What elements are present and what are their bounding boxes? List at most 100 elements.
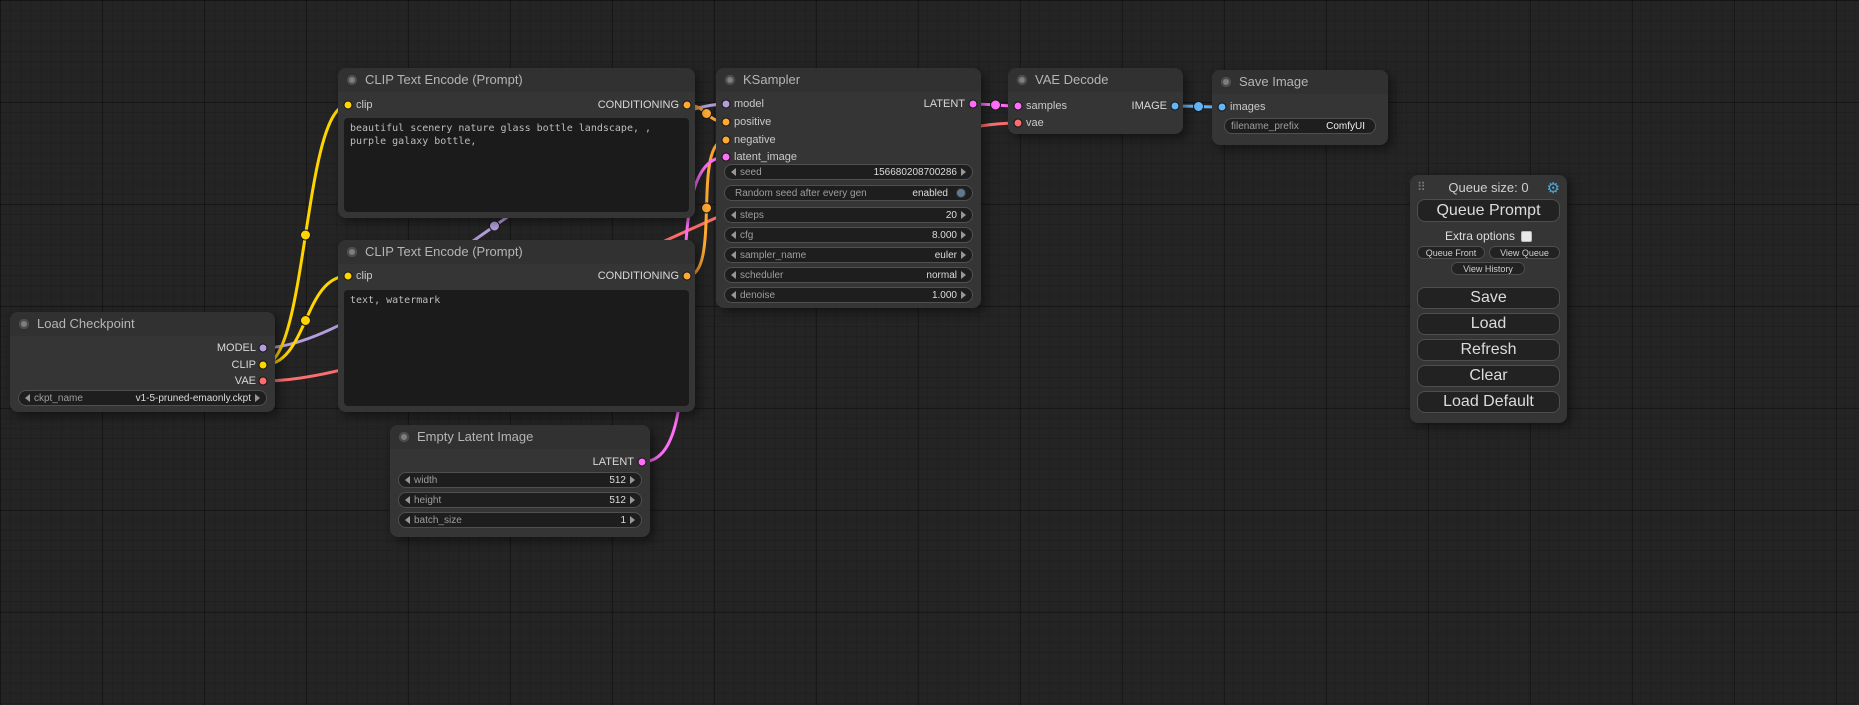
- decrement-arrow-icon[interactable]: [731, 271, 736, 279]
- decrement-arrow-icon[interactable]: [25, 394, 30, 402]
- node-clip-positive-titlebar[interactable]: CLIP Text Encode (Prompt): [338, 68, 695, 92]
- output-dot-conditioning[interactable]: [683, 101, 692, 110]
- widget-name: cfg: [740, 230, 753, 241]
- decrement-arrow-icon[interactable]: [405, 496, 410, 504]
- output-dot-image[interactable]: [1171, 102, 1180, 111]
- output-label-latent: LATENT: [593, 455, 634, 469]
- node-save-image-titlebar[interactable]: Save Image: [1212, 70, 1388, 94]
- widget-filename-prefix[interactable]: filename_prefix ComfyUI: [1224, 118, 1376, 134]
- widget-name: sampler_name: [740, 250, 806, 261]
- link-midpoint-dot-cond-negative: [702, 203, 712, 213]
- queue-menu-header: ⠿ Queue size: 0 ⚙: [1410, 179, 1567, 197]
- widget-name: width: [414, 475, 437, 486]
- load-default-button[interactable]: Load Default: [1417, 391, 1560, 413]
- node-title-text: Load Checkpoint: [37, 316, 135, 331]
- node-title-text: CLIP Text Encode (Prompt): [365, 244, 523, 259]
- collapse-dot-icon[interactable]: [19, 319, 29, 329]
- input-label-positive: positive: [734, 115, 771, 129]
- decrement-arrow-icon[interactable]: [731, 231, 736, 239]
- widget-denoise[interactable]: denoise 1.000: [724, 287, 973, 303]
- widget-random-seed[interactable]: Random seed after every gen enabled: [724, 185, 973, 201]
- output-dot-clip[interactable]: [259, 361, 268, 370]
- output-dot-model[interactable]: [259, 344, 268, 353]
- output-dot-vae[interactable]: [259, 377, 268, 386]
- node-vae-decode-titlebar[interactable]: VAE Decode: [1008, 68, 1183, 92]
- increment-arrow-icon[interactable]: [961, 168, 966, 176]
- collapse-dot-icon[interactable]: [399, 432, 409, 442]
- queue-front-button[interactable]: Queue Front: [1417, 246, 1485, 259]
- increment-arrow-icon[interactable]: [961, 251, 966, 259]
- node-empty-latent-titlebar[interactable]: Empty Latent Image: [390, 425, 650, 449]
- input-dot-model[interactable]: [722, 100, 731, 109]
- load-button[interactable]: Load: [1417, 313, 1560, 335]
- input-dot-images[interactable]: [1218, 103, 1227, 112]
- widget-cfg[interactable]: cfg 8.000: [724, 227, 973, 243]
- widget-scheduler[interactable]: scheduler normal: [724, 267, 973, 283]
- widget-ckpt-name[interactable]: ckpt_name v1-5-pruned-emaonly.ckpt: [18, 390, 267, 406]
- node-title-text: CLIP Text Encode (Prompt): [365, 72, 523, 87]
- increment-arrow-icon[interactable]: [961, 291, 966, 299]
- input-dot-clip[interactable]: [344, 272, 353, 281]
- input-dot-samples[interactable]: [1014, 102, 1023, 111]
- collapse-dot-icon[interactable]: [1017, 75, 1027, 85]
- view-history-button[interactable]: View History: [1451, 262, 1525, 275]
- input-label-samples: samples: [1026, 99, 1067, 113]
- decrement-arrow-icon[interactable]: [405, 476, 410, 484]
- link-midpoint-dot-image: [1194, 102, 1204, 112]
- save-button[interactable]: Save: [1417, 287, 1560, 309]
- input-dot-negative[interactable]: [722, 136, 731, 145]
- decrement-arrow-icon[interactable]: [731, 251, 736, 259]
- output-label-latent: LATENT: [924, 97, 965, 111]
- decrement-arrow-icon[interactable]: [731, 291, 736, 299]
- widget-seed[interactable]: seed 156680208700286: [724, 164, 973, 180]
- increment-arrow-icon[interactable]: [630, 476, 635, 484]
- decrement-arrow-icon[interactable]: [405, 516, 410, 524]
- increment-arrow-icon[interactable]: [961, 211, 966, 219]
- increment-arrow-icon[interactable]: [961, 271, 966, 279]
- input-dot-vae[interactable]: [1014, 119, 1023, 128]
- widget-value: enabled: [912, 188, 948, 199]
- widget-value: v1-5-pruned-emaonly.ckpt: [136, 393, 251, 404]
- widget-value: 156680208700286: [874, 167, 957, 178]
- link-midpoint-dot-clip-negative: [301, 316, 311, 326]
- collapse-dot-icon[interactable]: [347, 75, 357, 85]
- toggle-circle-icon[interactable]: [956, 188, 966, 198]
- prompt-textarea[interactable]: beautiful scenery nature glass bottle la…: [344, 118, 689, 212]
- output-dot-conditioning[interactable]: [683, 272, 692, 281]
- input-dot-positive[interactable]: [722, 118, 731, 127]
- widget-height[interactable]: height 512: [398, 492, 642, 508]
- refresh-button[interactable]: Refresh: [1417, 339, 1560, 361]
- widget-name: Random seed after every gen: [735, 188, 867, 199]
- gear-icon[interactable]: ⚙: [1547, 179, 1560, 197]
- link-midpoint-dot-cond-positive: [702, 109, 712, 119]
- widget-width[interactable]: width 512: [398, 472, 642, 488]
- extra-options-checkbox[interactable]: [1521, 231, 1532, 242]
- output-dot-latent[interactable]: [969, 100, 978, 109]
- node-ksampler-titlebar[interactable]: KSampler: [716, 68, 981, 92]
- node-clip-negative-titlebar[interactable]: CLIP Text Encode (Prompt): [338, 240, 695, 264]
- output-label-conditioning: CONDITIONING: [598, 269, 679, 283]
- increment-arrow-icon[interactable]: [255, 394, 260, 402]
- widget-name: ckpt_name: [34, 393, 83, 404]
- input-dot-clip[interactable]: [344, 101, 353, 110]
- queue-prompt-button[interactable]: Queue Prompt: [1417, 199, 1560, 222]
- widget-steps[interactable]: steps 20: [724, 207, 973, 223]
- clear-button[interactable]: Clear: [1417, 365, 1560, 387]
- node-load-checkpoint-titlebar[interactable]: Load Checkpoint: [10, 312, 275, 336]
- output-dot-latent[interactable]: [638, 458, 647, 467]
- collapse-dot-icon[interactable]: [347, 247, 357, 257]
- increment-arrow-icon[interactable]: [961, 231, 966, 239]
- increment-arrow-icon[interactable]: [630, 496, 635, 504]
- widget-batch-size[interactable]: batch_size 1: [398, 512, 642, 528]
- prompt-textarea[interactable]: text, watermark: [344, 290, 689, 406]
- decrement-arrow-icon[interactable]: [731, 211, 736, 219]
- input-dot-latent-image[interactable]: [722, 153, 731, 162]
- view-queue-button[interactable]: View Queue: [1489, 246, 1560, 259]
- decrement-arrow-icon[interactable]: [731, 168, 736, 176]
- widget-sampler-name[interactable]: sampler_name euler: [724, 247, 973, 263]
- collapse-dot-icon[interactable]: [725, 75, 735, 85]
- widget-value: euler: [935, 250, 957, 261]
- increment-arrow-icon[interactable]: [630, 516, 635, 524]
- collapse-dot-icon[interactable]: [1221, 77, 1231, 87]
- comfyui-canvas[interactable]: { "link_colors": { "model": "#B39DDB", "…: [0, 0, 1859, 705]
